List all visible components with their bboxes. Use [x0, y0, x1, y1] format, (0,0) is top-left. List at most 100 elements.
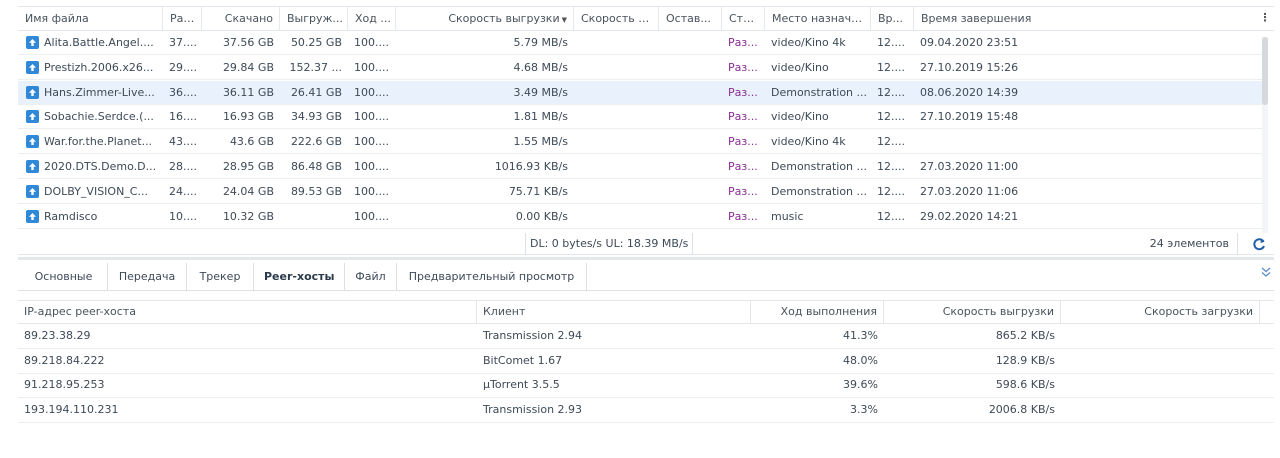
- cell-time: 12....: [877, 160, 905, 173]
- cell-download-speed: [574, 205, 659, 229]
- panel-splitter[interactable]: [18, 257, 1274, 260]
- cell-destination: Demonstration ...: [771, 184, 868, 198]
- cell-uploaded: 152.37 ...: [289, 60, 342, 74]
- cell-progress: 100....: [354, 209, 389, 223]
- tab-3[interactable]: Peer-хосты: [254, 263, 345, 291]
- cell-download-speed: [574, 130, 659, 154]
- cell-time: 12....: [877, 209, 905, 223]
- cell-completed: 27.10.2019 15:48: [920, 110, 1019, 124]
- detail-tabs: Основные Передача Трекер Peer-хосты Файл Пред…: [18, 263, 1274, 291]
- table-row[interactable]: 2020.DTS.Demo.D... 28.... 28.95 GB 86.48 GB…: [18, 155, 1266, 179]
- column-header-name[interactable]: Имя файла: [18, 7, 163, 31]
- peer-row[interactable]: 89.218.84.222 BitComet 1.67 48.0% 128.9 KB/…: [18, 349, 1274, 374]
- column-header-uploaded[interactable]: Выгруж...: [280, 7, 348, 31]
- cell-progress: 100....: [354, 135, 389, 149]
- cell-name: Ramdisco: [44, 209, 98, 223]
- peer-row[interactable]: 91.218.95.253 µTorrent 3.5.5 39.6% 598.6 KB…: [18, 373, 1274, 399]
- column-header-destination[interactable]: Место назначе...: [765, 7, 871, 31]
- table-row[interactable]: War.for.the.Planet... 43.... 43.6 GB 222.6 …: [18, 130, 1266, 155]
- column-header-progress[interactable]: Ход ...: [348, 7, 396, 31]
- cell-upload-speed: 5.79 MB/s: [513, 36, 568, 49]
- column-header-downloaded[interactable]: Скачано: [202, 7, 280, 31]
- cell-downloaded: 24.04 GB: [222, 184, 274, 198]
- cell-time: 12....: [877, 184, 905, 198]
- peer-row[interactable]: 89.23.38.29 Transmission 2.94 41.3% 865.2 K…: [18, 324, 1274, 349]
- cell-time: 12....: [877, 135, 905, 149]
- tab-1[interactable]: Передача: [108, 263, 187, 291]
- cell-destination: Demonstration ...: [771, 160, 868, 173]
- cell-status: Раз...: [728, 85, 758, 99]
- cell-uploaded: 89.53 GB: [290, 184, 342, 198]
- table-row[interactable]: Alita.Battle.Angel.... 37.... 37.56 GB 50.2…: [18, 31, 1266, 55]
- table-row[interactable]: DOLBY_VISION_C... 24.... 24.04 GB 89.53 GB 1…: [18, 180, 1266, 204]
- cell-destination: video/Kino: [771, 60, 829, 74]
- peer-cell-upload: 2006.8 KB/s: [988, 402, 1055, 416]
- refresh-icon[interactable]: [1252, 237, 1266, 251]
- cell-download-speed: [574, 180, 659, 204]
- tab-2[interactable]: Трекер: [187, 263, 254, 291]
- peer-cell-upload: 865.2 KB/s: [995, 329, 1055, 342]
- peer-cell-client: BitComet 1.67: [483, 353, 563, 367]
- column-header-upload-speed[interactable]: Скорость выгрузки ▼: [396, 7, 574, 31]
- peer-header-progress[interactable]: Ход выполнения: [751, 301, 884, 324]
- cell-remaining: [659, 205, 722, 229]
- cell-completed: [914, 130, 1256, 154]
- peer-header-upload[interactable]: Скорость выгрузки: [884, 301, 1061, 324]
- cell-size: 36....: [169, 85, 197, 99]
- cell-downloaded: 43.6 GB: [229, 135, 274, 149]
- peer-cell-ip: 91.218.95.253: [24, 378, 105, 392]
- cell-progress: 100....: [354, 184, 389, 198]
- cell-destination: music: [771, 209, 804, 223]
- cell-upload-speed: 1016.93 KB/s: [494, 160, 568, 173]
- vertical-ellipsis-icon[interactable]: ⋮: [1256, 7, 1274, 31]
- cell-remaining: [659, 155, 722, 179]
- cell-upload-speed: 4.68 MB/s: [513, 60, 568, 74]
- cell-remaining: [659, 56, 722, 80]
- cell-completed: 27.10.2019 15:26: [920, 60, 1019, 74]
- peer-header-download[interactable]: Скорость загрузки: [1061, 301, 1260, 324]
- column-header-completed[interactable]: Время завершения: [914, 7, 1256, 31]
- cell-name: Sobachie.Serdce.(...: [44, 110, 154, 124]
- cell-downloaded: 37.56 GB: [222, 36, 274, 49]
- table-row[interactable]: Ramdisco 10.... 10.32 GB 100.... 0.00 KB/s Ра…: [18, 205, 1266, 229]
- peer-cell-ip: 193.194.110.231: [24, 402, 119, 416]
- torrent-rows: Alita.Battle.Angel.... 37.... 37.56 GB 50.2…: [18, 31, 1266, 232]
- peer-cell-client: Transmission 2.94: [483, 329, 583, 342]
- cell-time: 12....: [877, 60, 905, 74]
- cell-status: Раз...: [728, 135, 758, 149]
- cell-uploaded: 86.48 GB: [290, 160, 342, 173]
- cell-size: 37....: [169, 36, 197, 49]
- table-row[interactable]: Sobachie.Serdce.(... 16.... 16.93 GB 34.93 …: [18, 105, 1266, 130]
- column-header-time[interactable]: Вр...: [871, 7, 914, 31]
- column-header-status[interactable]: Ста...: [722, 7, 765, 31]
- tab-5[interactable]: Предварительный просмотр: [397, 263, 587, 291]
- scrollbar-thumb[interactable]: [1262, 37, 1268, 105]
- cell-status: Раз...: [728, 36, 758, 49]
- peer-header-ip[interactable]: IP-адрес peer-хоста: [18, 301, 477, 324]
- cell-completed: 09.04.2020 23:51: [920, 36, 1019, 49]
- column-header-size[interactable]: Раз...: [163, 7, 202, 31]
- cell-remaining: [659, 81, 722, 105]
- peer-cell-upload: 128.9 KB/s: [995, 353, 1055, 367]
- column-header-remaining[interactable]: Остав...: [659, 7, 722, 31]
- table-row[interactable]: Hans.Zimmer-Live... 36.... 36.11 GB 26.41 G…: [18, 80, 1266, 105]
- cell-name: 2020.DTS.Demo.D...: [44, 160, 157, 173]
- cell-upload-speed: 75.71 KB/s: [508, 184, 568, 198]
- cell-upload-speed: 0.00 KB/s: [515, 209, 568, 223]
- peer-row[interactable]: 193.194.110.231 Transmission 2.93 3.3% 2006…: [18, 398, 1274, 423]
- column-header-download-speed[interactable]: Скорость з...: [574, 7, 659, 31]
- tab-0[interactable]: Основные: [20, 263, 108, 291]
- peer-header-client[interactable]: Клиент: [477, 301, 751, 324]
- cell-time: 12....: [877, 85, 905, 99]
- peer-cell-progress: 39.6%: [843, 378, 878, 392]
- peer-cell-client: Transmission 2.93: [483, 402, 583, 416]
- cell-uploaded: 222.6 GB: [290, 135, 342, 149]
- vertical-scrollbar[interactable]: [1262, 37, 1268, 233]
- double-chevron-down-icon[interactable]: [1260, 266, 1272, 278]
- peer-list-header: IP-адрес peer-хоста Клиент Ход выполнени…: [18, 300, 1274, 324]
- tab-4[interactable]: Файл: [345, 263, 397, 291]
- torrent-list: Имя файла Раз... Скачано Выгруж... Ход .…: [18, 6, 1274, 233]
- cell-size: 24....: [169, 184, 197, 198]
- cell-downloaded: 28.95 GB: [222, 160, 274, 173]
- table-row[interactable]: Prestizh.2006.x26... 29.... 29.84 GB 152.37…: [18, 56, 1266, 80]
